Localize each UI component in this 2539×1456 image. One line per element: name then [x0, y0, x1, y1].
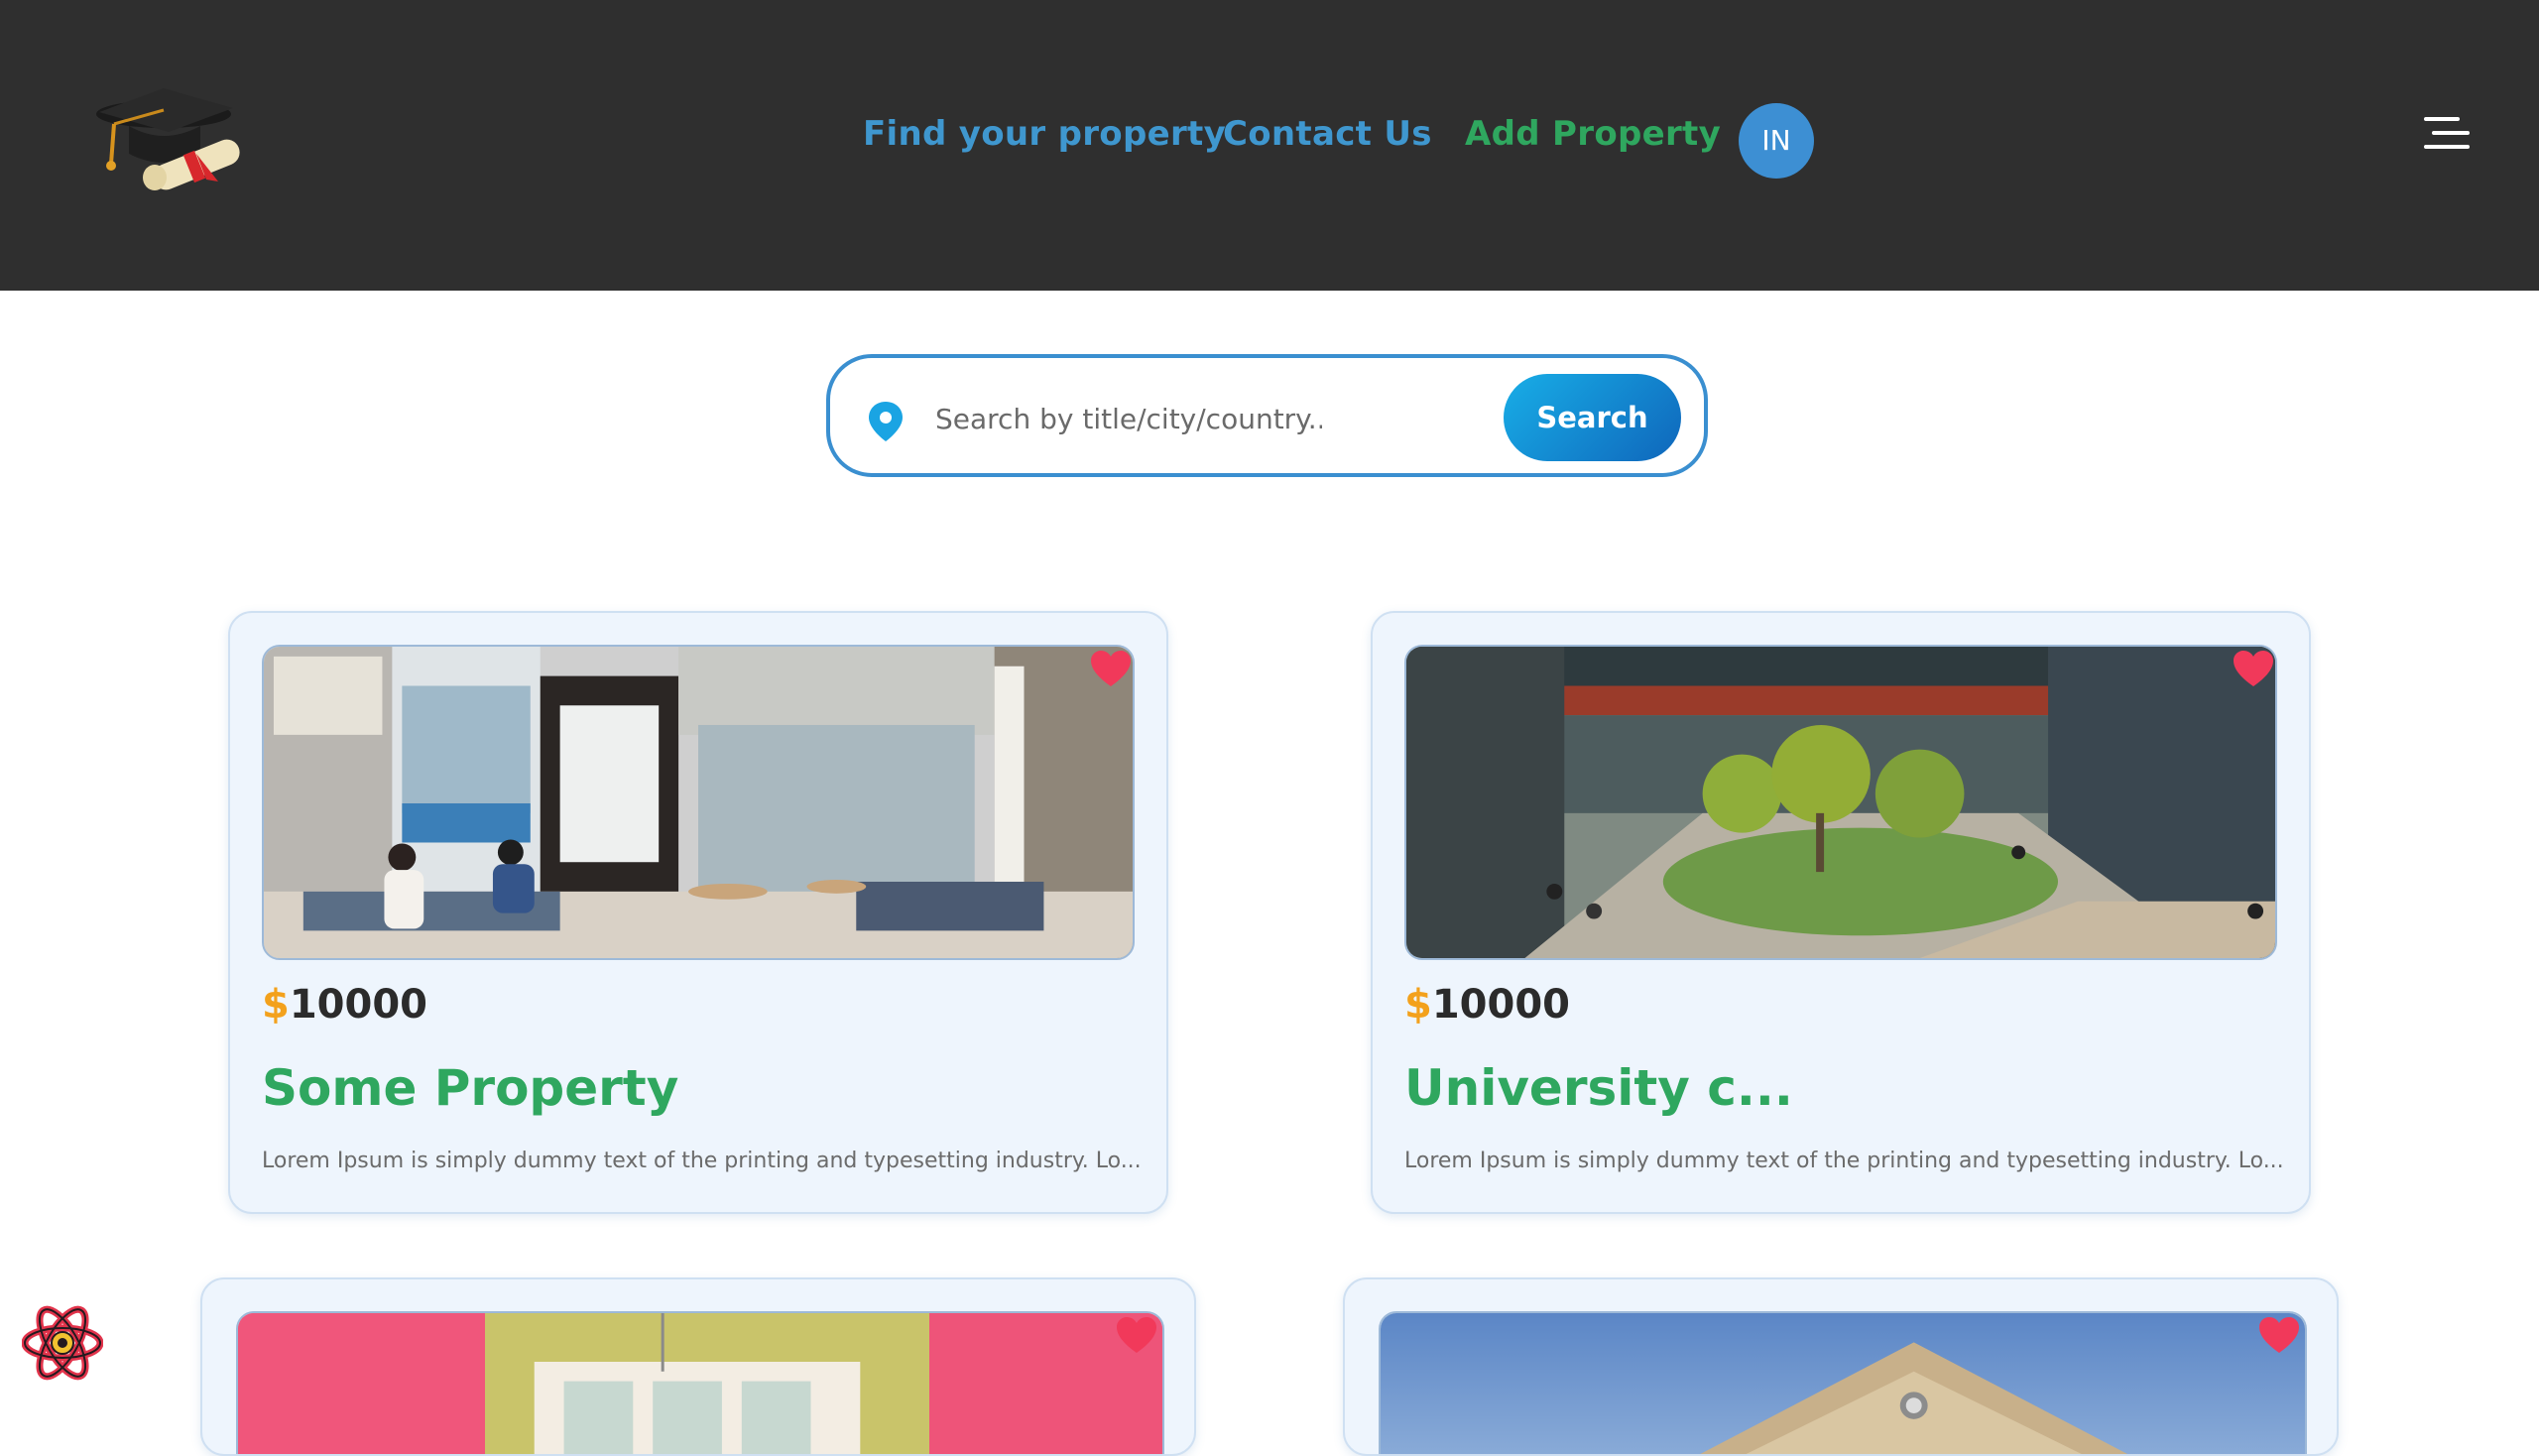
search-bar: Search — [826, 354, 1708, 477]
heart-icon[interactable] — [1089, 649, 1133, 688]
nav-add-property-link[interactable]: Add Property — [1465, 114, 1721, 154]
heart-icon[interactable] — [1115, 1315, 1158, 1355]
property-price: $10000 — [1404, 982, 1571, 1028]
property-card[interactable]: $10000 Some Property Lorem Ipsum is simp… — [228, 611, 1168, 1214]
heart-icon[interactable] — [2257, 1315, 2301, 1355]
graduation-cap-logo[interactable] — [89, 74, 248, 193]
search-button[interactable]: Search — [1504, 374, 1681, 461]
property-title[interactable]: University c... — [1404, 1059, 1793, 1117]
property-card[interactable] — [200, 1277, 1196, 1456]
property-card[interactable] — [1343, 1277, 2339, 1456]
property-description: Lorem Ipsum is simply dummy text of the … — [262, 1149, 1142, 1173]
map-pin-icon — [869, 402, 903, 441]
user-avatar[interactable]: IN — [1739, 103, 1814, 179]
property-image[interactable] — [236, 1311, 1164, 1454]
property-image[interactable] — [1379, 1311, 2307, 1454]
property-description: Lorem Ipsum is simply dummy text of the … — [1404, 1149, 2284, 1173]
search-input[interactable] — [933, 388, 1324, 449]
react-devtools-icon[interactable] — [22, 1305, 103, 1381]
property-title[interactable]: Some Property — [262, 1059, 678, 1117]
property-image[interactable] — [262, 645, 1135, 960]
hamburger-menu-icon[interactable] — [2418, 117, 2470, 151]
nav-find-property-link[interactable]: Find your property — [863, 114, 1226, 154]
heart-icon[interactable] — [2232, 649, 2275, 688]
property-price: $10000 — [262, 982, 428, 1028]
nav-contact-us-link[interactable]: Contact Us — [1223, 114, 1432, 154]
top-navbar: Find your property Contact Us Add Proper… — [0, 0, 2539, 291]
property-card[interactable]: $10000 University c... Lorem Ipsum is si… — [1371, 611, 2311, 1214]
property-image[interactable] — [1404, 645, 2277, 960]
